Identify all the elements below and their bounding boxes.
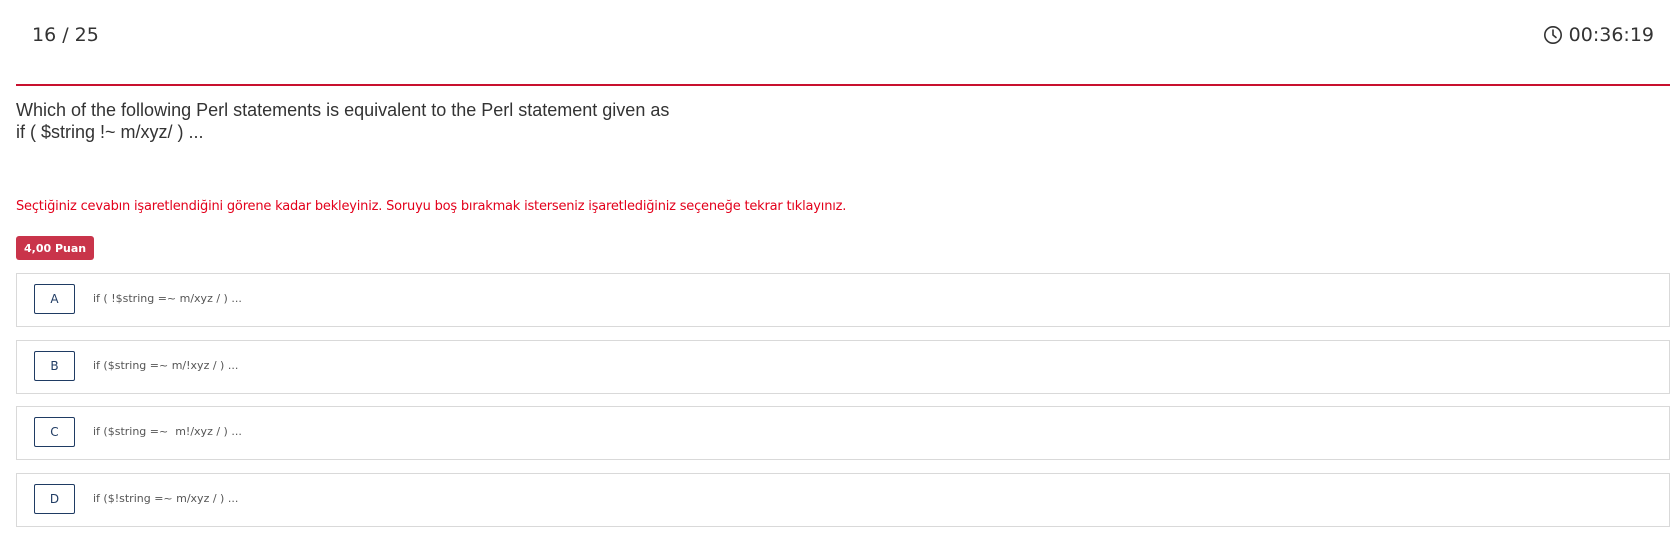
option-letter[interactable]: B [34,351,75,381]
countdown-timer: 00:36:19 [1543,24,1654,46]
points-badge: 4,00 Puan [16,236,95,260]
question-line-1: Which of the following Perl statements i… [16,100,670,120]
timer-value: 00:36:19 [1568,24,1654,46]
option-letter[interactable]: D [34,484,75,514]
option-text: if ($string =~ m!/xyz / ) ... [93,425,242,438]
question-line-2: if ( $string !~ m/xyz/ ) ... [16,122,204,142]
clock-icon [1543,25,1563,45]
option-text: if ( !$string =~ m/xyz / ) ... [93,292,242,305]
option-a[interactable]: A if ( !$string =~ m/xyz / ) ... [16,273,1670,327]
option-text: if ($!string =~ m/xyz / ) ... [93,492,239,505]
option-text: if ($string =~ m/!xyz / ) ... [93,359,239,372]
option-c[interactable]: C if ($string =~ m!/xyz / ) ... [16,406,1670,460]
question-text: Which of the following Perl statements i… [16,99,669,143]
option-d[interactable]: D if ($!string =~ m/xyz / ) ... [16,473,1670,527]
question-counter: 16 / 25 [32,24,99,46]
selection-warning: Seçtiğiniz cevabın işaretlendiğini gören… [16,199,847,214]
option-letter[interactable]: C [34,417,75,447]
option-b[interactable]: B if ($string =~ m/!xyz / ) ... [16,340,1670,394]
option-letter[interactable]: A [34,284,75,314]
exam-page: 16 / 25 00:36:19 Which of the following … [0,0,1680,542]
exam-header: 16 / 25 00:36:19 [16,0,1670,86]
